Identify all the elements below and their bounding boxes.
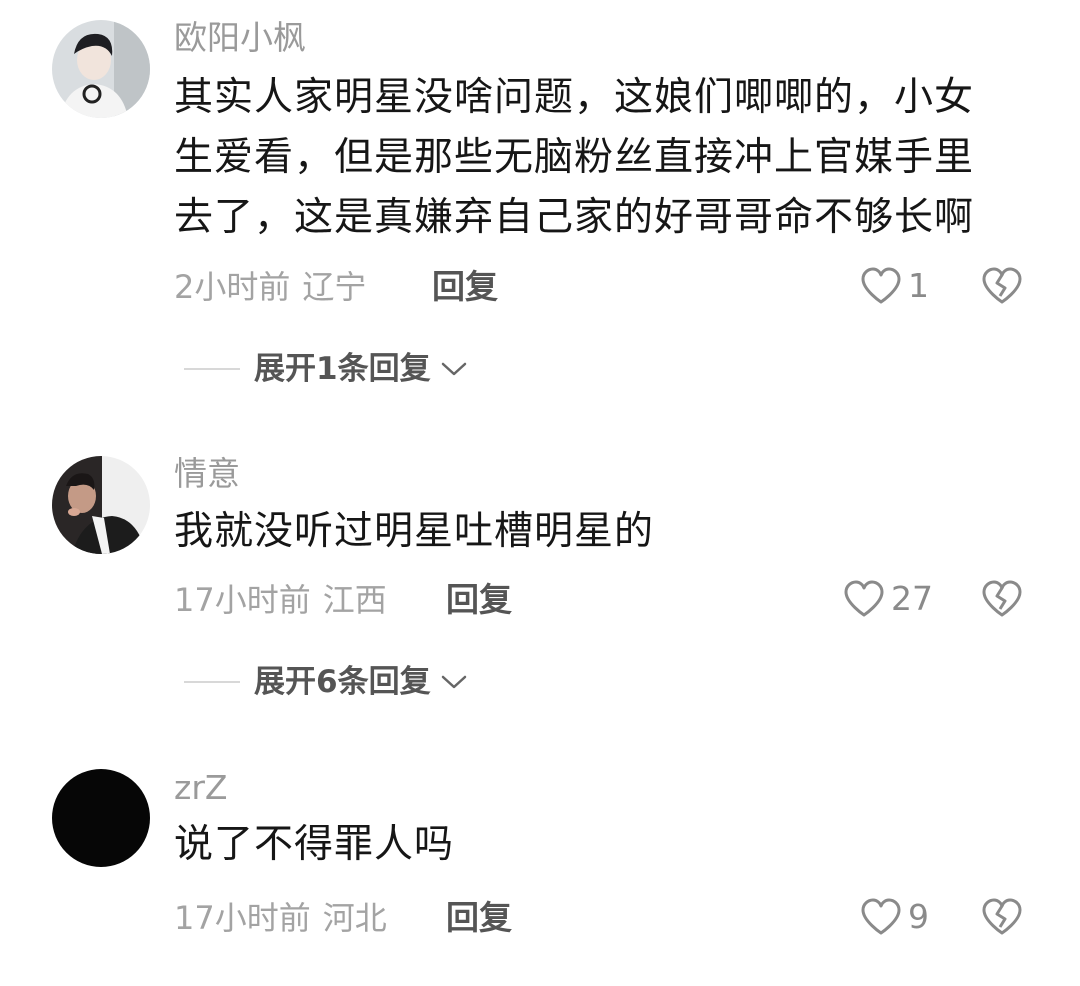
expand-replies-button[interactable]: 展开6条回复 <box>184 662 469 702</box>
like-button[interactable]: 1 <box>860 266 929 306</box>
heart-outline-icon <box>861 898 901 935</box>
chevron-down-icon <box>441 362 466 376</box>
username[interactable]: 欧阳小枫 <box>174 18 306 58</box>
dislike-button[interactable] <box>980 895 1024 939</box>
comment-text: 其实人家明星没啥问题，这娘们唧唧的，小女 生爱看，但是那些无脑粉丝直接冲上官媒手… <box>174 68 1034 248</box>
comment-meta: 17小时前 河北 <box>174 898 387 938</box>
broken-heart-icon <box>982 580 1022 617</box>
timestamp: 17小时前 <box>174 899 311 937</box>
timestamp: 17小时前 <box>174 581 311 619</box>
location: 江西 <box>322 581 387 619</box>
dislike-button[interactable] <box>980 264 1024 308</box>
like-button[interactable]: 27 <box>843 579 933 619</box>
heart-outline-icon <box>844 580 884 617</box>
expand-replies-label: 展开1条回复 <box>254 351 431 387</box>
heart-outline-icon <box>861 267 901 304</box>
comment-text-line: 去了，这是真嫌弃自己家的好哥哥命不够长啊 <box>174 195 975 240</box>
timestamp: 2小时前 <box>174 268 291 306</box>
username[interactable]: zrZ <box>174 768 228 808</box>
comment-text: 说了不得罪人吗 <box>174 815 1034 875</box>
comment-text-line: 其实人家明星没啥问题，这娘们唧唧的，小女 <box>174 75 975 120</box>
expand-replies-button[interactable]: 展开1条回复 <box>184 349 469 389</box>
comment-meta: 2小时前 辽宁 <box>174 267 366 307</box>
reply-button[interactable]: 回复 <box>432 267 498 307</box>
like-count: 1 <box>908 266 929 305</box>
reply-button[interactable]: 回复 <box>446 898 512 938</box>
comment-text-line: 生爱看，但是那些无脑粉丝直接冲上官媒手里 <box>174 135 975 180</box>
divider <box>184 681 240 683</box>
comment-text: 我就没听过明星吐槽明星的 <box>174 502 1034 562</box>
comment-text-line: 我就没听过明星吐槽明星的 <box>174 509 655 554</box>
broken-heart-icon <box>982 898 1022 935</box>
like-count: 27 <box>891 579 933 618</box>
comment-meta: 17小时前 江西 <box>174 580 387 620</box>
username[interactable]: 情意 <box>174 454 240 494</box>
avatar[interactable] <box>52 456 150 554</box>
chevron-down-icon <box>441 675 466 689</box>
comment-text-line: 说了不得罪人吗 <box>174 822 455 867</box>
avatar[interactable] <box>52 769 150 867</box>
location: 辽宁 <box>302 268 367 306</box>
avatar[interactable] <box>52 20 150 118</box>
like-button[interactable]: 9 <box>860 897 929 937</box>
like-count: 9 <box>908 897 929 936</box>
expand-replies-label: 展开6条回复 <box>254 664 431 700</box>
location: 河北 <box>322 899 387 937</box>
dislike-button[interactable] <box>980 577 1024 621</box>
divider <box>184 368 240 370</box>
broken-heart-icon <box>982 267 1022 304</box>
reply-button[interactable]: 回复 <box>446 580 512 620</box>
